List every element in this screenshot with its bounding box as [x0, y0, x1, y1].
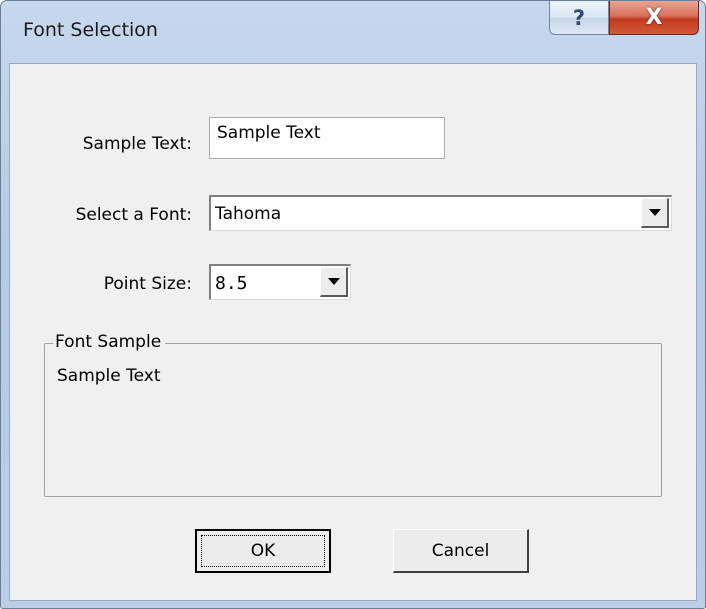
sample-text-input[interactable]: Sample Text — [209, 117, 445, 159]
point-size-select[interactable]: 8.5 — [209, 264, 351, 300]
font-select-dropdown-button[interactable] — [641, 198, 669, 228]
font-select-value: Tahoma — [215, 204, 282, 224]
close-x-icon: X — [645, 5, 663, 30]
focus-rectangle — [201, 535, 325, 567]
cancel-button-label: Cancel — [431, 540, 490, 561]
caption-buttons: ? X — [549, 1, 701, 37]
question-mark-icon: ? — [572, 5, 586, 30]
sample-text-label: Sample Text: — [82, 134, 192, 154]
font-selection-dialog: Font Selection ? X Sample Text: Sample T… — [0, 0, 706, 609]
dialog-client-area: Sample Text: Sample Text Select a Font: … — [9, 63, 697, 601]
font-sample-text: Sample Text — [57, 366, 161, 386]
help-button[interactable]: ? — [549, 1, 609, 35]
chevron-down-icon — [327, 278, 340, 285]
point-size-value: 8.5 — [215, 273, 248, 294]
title-bar[interactable]: Font Selection ? X — [1, 1, 705, 63]
select-font-label: Select a Font: — [75, 205, 192, 225]
font-select[interactable]: Tahoma — [209, 195, 672, 231]
chevron-down-icon — [648, 209, 661, 216]
ok-button[interactable]: OK — [195, 529, 331, 573]
point-size-dropdown-button[interactable] — [320, 267, 348, 297]
close-button[interactable]: X — [609, 1, 699, 35]
font-sample-group-label: Font Sample — [53, 332, 166, 352]
point-size-label: Point Size: — [103, 274, 192, 294]
font-sample-group: Font Sample Sample Text — [44, 332, 662, 497]
cancel-button[interactable]: Cancel — [393, 529, 529, 573]
window-title: Font Selection — [23, 19, 158, 41]
